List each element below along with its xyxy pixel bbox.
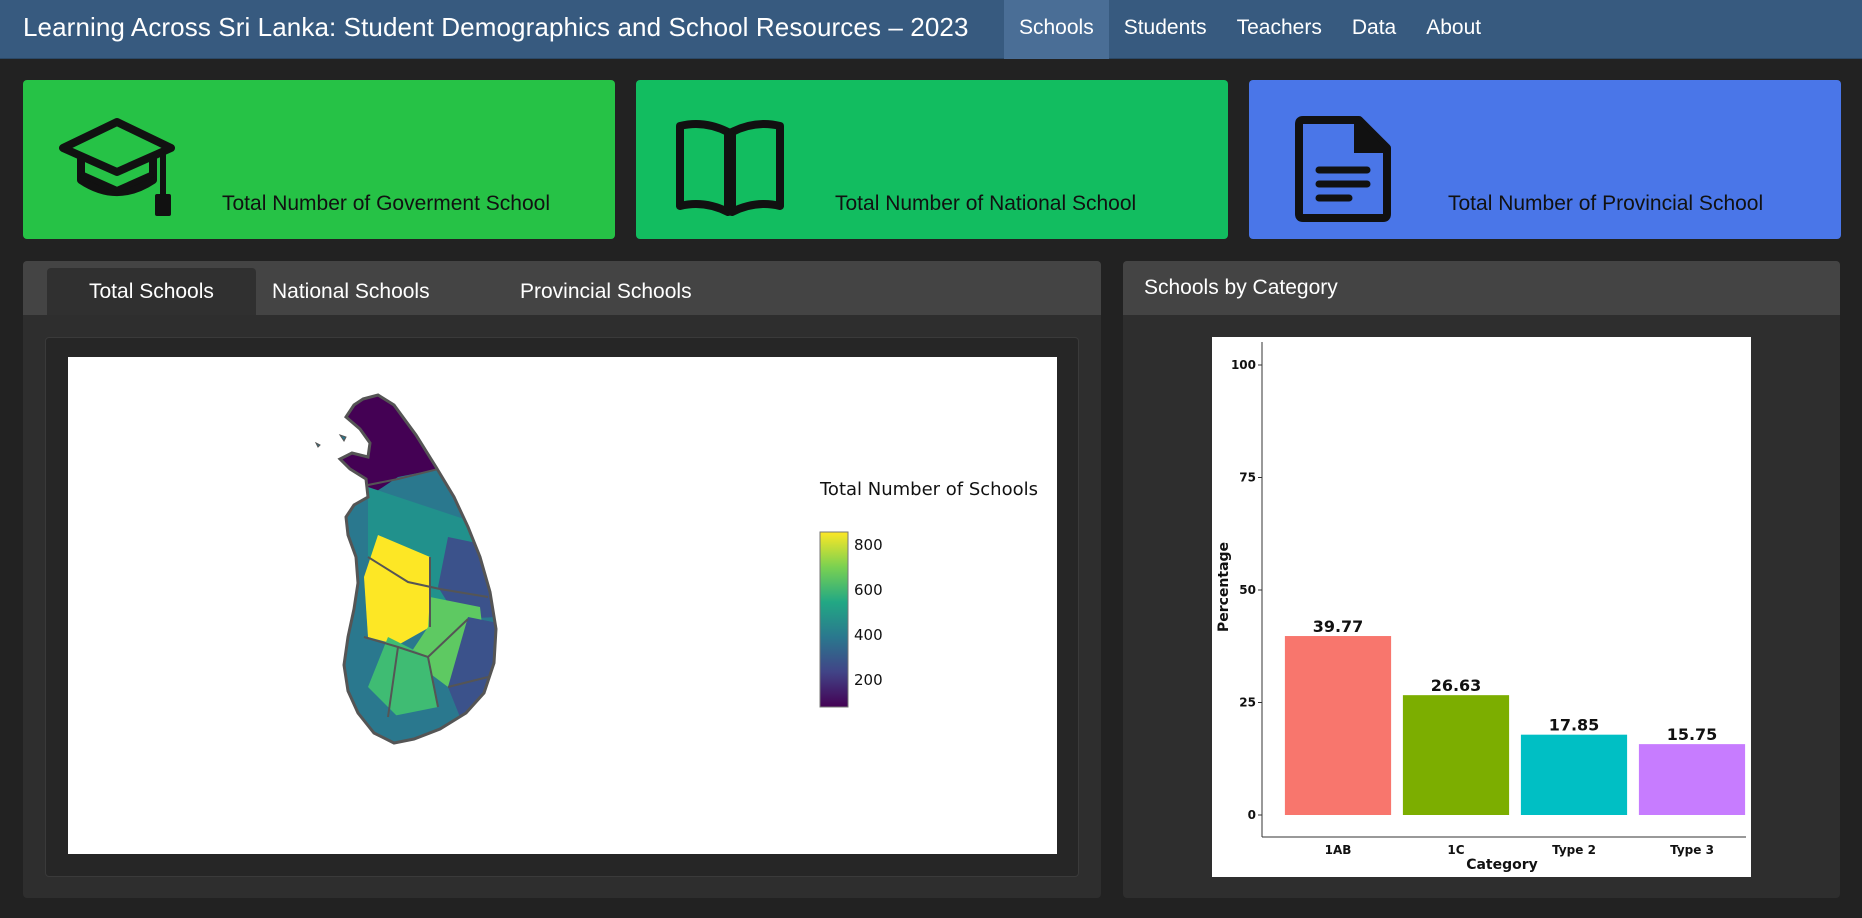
- bar-1c: [1402, 695, 1510, 815]
- choropleth-map: Total Number of Schools 800 600 400 200: [68, 357, 1057, 854]
- value-box-number: 9700: [1451, 230, 1662, 240]
- app-title: Learning Across Sri Lanka: Student Demog…: [23, 12, 969, 42]
- nav-menu: Schools Students Teachers Data About: [1004, 0, 1496, 59]
- value-box-label: Total Number of National School: [835, 192, 1137, 215]
- bar-value-label: 17.85: [1549, 716, 1600, 735]
- bar-chart: Percentage Category 0 25 50 75 100 39.77 1AB 2…: [1212, 337, 1751, 877]
- category-chart-card: Schools by Category Percentage Category …: [1123, 261, 1840, 898]
- x-tick-label: Type 3: [1670, 843, 1714, 857]
- nav-item-students[interactable]: Students: [1109, 0, 1222, 59]
- bar-1ab: [1284, 636, 1392, 815]
- tab-national-schools[interactable]: National Schools: [230, 268, 472, 315]
- map-svg: Total Number of Schools 800 600 400 200: [314, 393, 1038, 745]
- value-box-government-schools: Total Number of Goverment School 10096: [23, 80, 615, 239]
- x-tick-label: 1C: [1447, 843, 1464, 857]
- legend-colorbar: [819, 531, 849, 708]
- card-header: Schools by Category: [1123, 261, 1840, 315]
- legend-tick: 600: [854, 581, 883, 599]
- y-tick-label: 0: [1248, 808, 1256, 822]
- value-box-label: Total Number of Goverment School: [222, 192, 550, 215]
- document-icon: [1295, 116, 1391, 222]
- nav-item-schools[interactable]: Schools: [1004, 0, 1109, 59]
- y-tick-label: 50: [1239, 583, 1256, 597]
- x-tick-label: 1AB: [1325, 843, 1352, 857]
- x-axis-title: Category: [1466, 857, 1538, 873]
- value-box-number: 10096: [225, 230, 488, 240]
- map-tabbar: Total Schools National Schools Provincia…: [23, 261, 1101, 315]
- card-title: Schools by Category: [1144, 276, 1338, 299]
- y-tick-label: 75: [1239, 471, 1256, 485]
- legend-tick: 400: [854, 626, 883, 644]
- legend-tick: 800: [854, 536, 883, 554]
- open-book-icon: [676, 120, 784, 216]
- nav-item-teachers[interactable]: Teachers: [1222, 0, 1337, 59]
- tab-provincial-schools[interactable]: Provincial Schools: [478, 268, 734, 315]
- value-box-provincial-schools: Total Number of Provincial School 9700: [1249, 80, 1841, 239]
- bar-value-label: 26.63: [1431, 676, 1482, 695]
- legend-tick: 200: [854, 671, 883, 689]
- y-axis-title: Percentage: [1216, 542, 1232, 632]
- bar-value-label: 15.75: [1667, 725, 1718, 744]
- nav-item-about[interactable]: About: [1411, 0, 1496, 59]
- legend-title: Total Number of Schools: [819, 479, 1038, 500]
- bar-type-3: [1638, 744, 1746, 815]
- map-card: Total Schools National Schools Provincia…: [23, 261, 1101, 898]
- x-tick-label: Type 2: [1552, 843, 1596, 857]
- value-box-national-schools: Total Number of National School 396: [636, 80, 1228, 239]
- y-tick-label: 25: [1239, 696, 1256, 710]
- tab-total-schools[interactable]: Total Schools: [47, 268, 256, 315]
- value-box-number: 396: [838, 230, 996, 240]
- bar-value-label: 39.77: [1313, 617, 1364, 636]
- bar-chart-svg: Percentage Category 0 25 50 75 100 39.77 1AB 2…: [1216, 342, 1746, 873]
- nav-item-data[interactable]: Data: [1337, 0, 1411, 59]
- value-box-label: Total Number of Provincial School: [1448, 192, 1764, 215]
- top-navbar: Learning Across Sri Lanka: Student Demog…: [0, 0, 1862, 59]
- y-tick-label: 100: [1231, 358, 1256, 372]
- bar-type-2: [1520, 734, 1628, 815]
- graduation-cap-icon: [59, 118, 175, 216]
